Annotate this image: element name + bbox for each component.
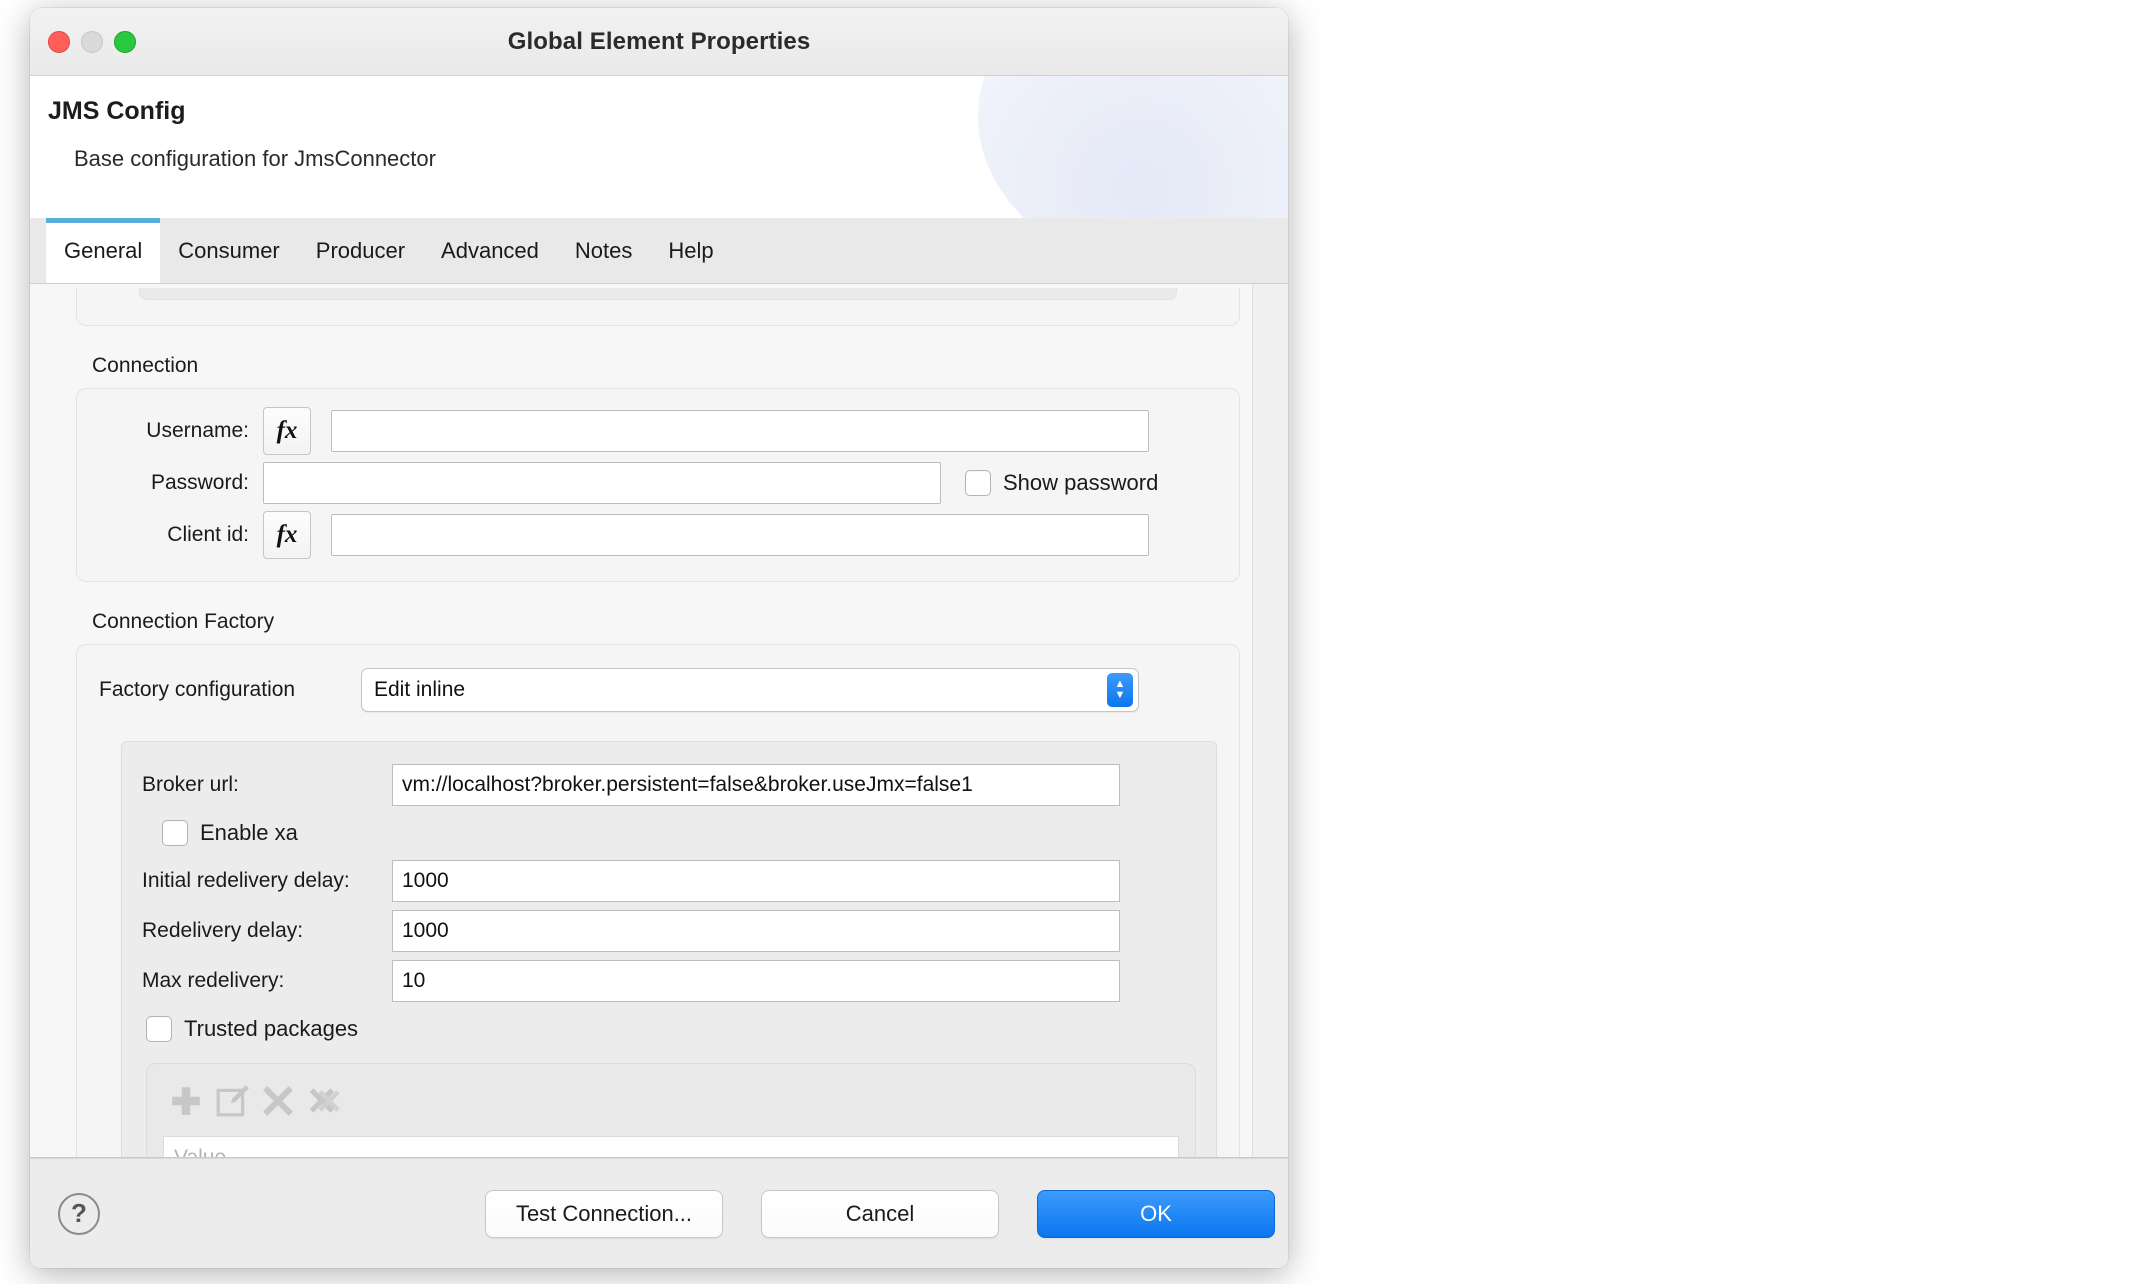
initial-redelivery-delay-input[interactable] (392, 860, 1120, 902)
password-label: Password: (150, 471, 249, 494)
redelivery-delay-input[interactable] (392, 910, 1120, 952)
username-label: Username: (146, 419, 249, 442)
factory-configuration-select[interactable]: Edit inline ▲ ▼ (361, 668, 1139, 712)
tab-help[interactable]: Help (650, 218, 731, 283)
password-input[interactable] (263, 462, 941, 504)
connection-group-label: Connection (92, 354, 199, 377)
tab-advanced[interactable]: Advanced (423, 218, 557, 283)
trusted-packages-box[interactable] (146, 1016, 172, 1042)
tab-label: Producer (315, 237, 406, 263)
edit-icon[interactable] (215, 1084, 249, 1118)
trusted-packages-label: Trusted packages (184, 1016, 359, 1041)
initial-redelivery-delay-label: Initial redelivery delay: (142, 869, 350, 892)
close-button[interactable] (48, 30, 70, 53)
connection-group: Username: fx Password: Show password Cli… (76, 388, 1240, 582)
initial-redelivery-delay-row: Initial redelivery delay: (142, 856, 1196, 906)
trusted-packages-card: Value (146, 1063, 1196, 1158)
window-title: Global Element Properties (507, 27, 811, 55)
username-fx-button[interactable]: fx (263, 407, 311, 455)
traffic-lights (48, 30, 136, 53)
show-password-box[interactable] (965, 470, 991, 496)
show-password-checkbox[interactable]: Show password (965, 470, 1158, 496)
ok-button[interactable]: OK (1037, 1189, 1275, 1238)
broker-url-input[interactable] (392, 764, 1120, 806)
username-input[interactable] (331, 410, 1149, 452)
tab-label: Help (668, 237, 714, 263)
connection-factory-group: Factory configuration Edit inline ▲ ▼ Bro… (76, 644, 1240, 1158)
trusted-packages-toolbar (163, 1078, 1179, 1124)
password-row: Password: Show password (99, 457, 1217, 509)
factory-configuration-value: Edit inline (374, 678, 466, 701)
table-header: Value (164, 1137, 1178, 1158)
footer-buttons: Test Connection... Cancel OK (485, 1189, 1275, 1238)
add-icon[interactable] (169, 1084, 203, 1118)
dialog-header: JMS Config Base configuration for JmsCon… (30, 76, 1288, 218)
connection-factory-group-label: Connection Factory (92, 610, 275, 633)
tab-general[interactable]: General (46, 218, 161, 283)
broker-url-row: Broker url: (142, 760, 1196, 810)
tab-consumer[interactable]: Consumer (160, 218, 297, 283)
show-password-label: Show password (1003, 470, 1159, 495)
trusted-packages-checkbox[interactable]: Trusted packages (146, 1016, 358, 1042)
dialog-footer: ? Test Connection... Cancel OK (30, 1158, 1288, 1268)
settings-scroll-area[interactable]: Connection Username: fx Password: Show p… (30, 284, 1288, 1158)
vertical-scrollbar[interactable] (1252, 284, 1288, 1157)
enable-xa-row: Enable xa (142, 810, 1196, 856)
client-id-input[interactable] (331, 514, 1149, 556)
client-id-fx-button[interactable]: fx (263, 511, 311, 559)
client-id-row: Client id: fx (99, 509, 1217, 561)
tab-label: Notes (574, 237, 633, 263)
username-row: Username: fx (99, 405, 1217, 457)
tab-label: Consumer (178, 237, 280, 263)
inline-factory-panel: Broker url: Enable xa Initial redelivery… (121, 741, 1217, 1158)
delete-icon[interactable] (261, 1084, 295, 1118)
factory-configuration-label: Factory configuration (99, 678, 296, 701)
redelivery-delay-label: Redelivery delay: (142, 919, 304, 942)
enable-xa-label: Enable xa (200, 820, 298, 845)
tab-bar: General Consumer Producer Advanced Notes… (30, 218, 1288, 284)
trusted-packages-row: Trusted packages (146, 1016, 1196, 1047)
page-title: JMS Config (48, 97, 186, 125)
trusted-packages-table[interactable]: Value (163, 1136, 1179, 1158)
enable-xa-box[interactable] (162, 820, 188, 846)
delete-all-icon[interactable] (307, 1084, 341, 1118)
tab-producer[interactable]: Producer (298, 218, 423, 283)
tab-label: Advanced (441, 237, 539, 263)
settings-content: Connection Username: fx Password: Show p… (30, 284, 1252, 1157)
previous-group-partial-inner (139, 288, 1177, 300)
chevron-updown-icon[interactable]: ▲ ▼ (1107, 673, 1133, 707)
column-header-value: Value (174, 1145, 227, 1158)
max-redelivery-label: Max redelivery: (142, 969, 285, 992)
client-id-label: Client id: (167, 523, 249, 546)
dialog-window: Global Element Properties JMS Config Bas… (30, 8, 1288, 1268)
help-icon[interactable]: ? (58, 1192, 100, 1235)
previous-group-partial (76, 288, 1240, 326)
minimize-button[interactable] (81, 30, 103, 53)
factory-configuration-row: Factory configuration Edit inline ▲ ▼ (99, 661, 1217, 719)
max-redelivery-input[interactable] (392, 960, 1120, 1002)
broker-url-label: Broker url: (142, 773, 239, 796)
zoom-button[interactable] (114, 30, 136, 53)
page-subtitle: Base configuration for JmsConnector (74, 145, 436, 171)
enable-xa-checkbox[interactable]: Enable xa (162, 820, 298, 846)
redelivery-delay-row: Redelivery delay: (142, 906, 1196, 956)
cancel-button[interactable]: Cancel (761, 1189, 999, 1238)
tab-notes[interactable]: Notes (557, 218, 650, 283)
title-bar: Global Element Properties (30, 8, 1288, 76)
test-connection-button[interactable]: Test Connection... (485, 1189, 723, 1238)
max-redelivery-row: Max redelivery: (142, 956, 1196, 1006)
tab-label: General (64, 237, 143, 263)
